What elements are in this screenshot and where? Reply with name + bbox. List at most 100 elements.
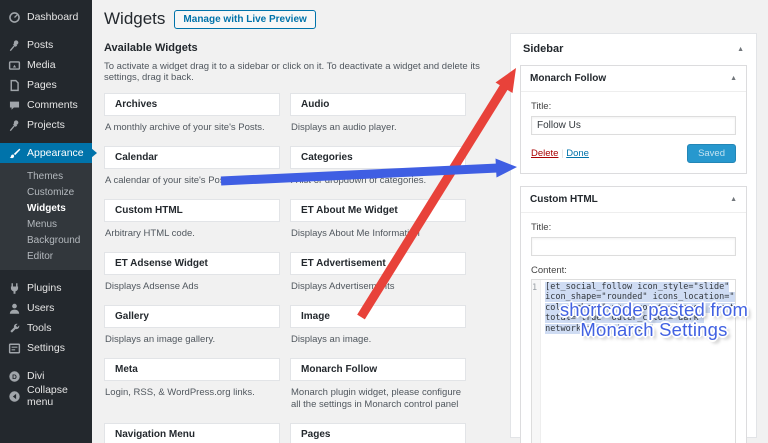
admin-menu-item[interactable]: D Divi	[0, 366, 92, 386]
available-widget: Image Displays an image.	[290, 305, 466, 354]
annotation-line1: shortcode pasted from	[543, 300, 765, 320]
available-widget: Monarch Follow Monarch plugin widget, pl…	[290, 358, 466, 419]
admin-menu-item[interactable]: Editor	[0, 248, 92, 270]
available-widgets-heading: Available Widgets	[104, 42, 508, 54]
appearance-icon	[8, 147, 21, 160]
admin-menu-item-label: Settings	[27, 342, 65, 354]
admin-menu-item-label: Menus	[27, 219, 57, 230]
admin-menu-item[interactable]: Projects	[0, 115, 92, 135]
admin-menu-item-label: Plugins	[27, 282, 61, 294]
users-icon	[8, 302, 21, 315]
sidebar-widget-area: Sidebar ▲ Monarch Follow ▲ Title: Delete…	[510, 33, 757, 438]
admin-menu-item[interactable]: Customize	[0, 184, 92, 200]
custom-html-header[interactable]: Custom HTML ▲	[521, 187, 746, 213]
available-widget-description: Displays an image.	[290, 328, 466, 354]
admin-menu-item[interactable]: Appearance	[0, 143, 92, 163]
custom-html-title: Custom HTML	[530, 194, 598, 205]
monarch-follow-header[interactable]: Monarch Follow ▲	[521, 66, 746, 92]
available-widget-title-bar[interactable]: Pages	[290, 423, 466, 443]
admin-menu-item[interactable]: Pages	[0, 75, 92, 95]
available-widget-description: Displays an image gallery.	[104, 328, 280, 354]
admin-menu-item-label: Dashboard	[27, 11, 78, 23]
available-widget-description: Arbitrary HTML code.	[104, 222, 280, 248]
admin-menu-item[interactable]: Themes	[0, 163, 92, 184]
tools-icon	[8, 322, 21, 335]
collapse-arrow-icon[interactable]: ▲	[730, 196, 737, 203]
admin-menu-item[interactable]: Media	[0, 55, 92, 75]
wp-admin-menu: Dashboard Posts Media Pages Comments Pro…	[0, 0, 92, 443]
admin-menu-item-label: Collapse menu	[27, 384, 84, 408]
code-line: [et_social_follow icon_style="slide"	[545, 282, 736, 292]
admin-menu-item-label: Background	[27, 235, 80, 246]
available-widget-title-bar[interactable]: Calendar	[104, 146, 280, 169]
admin-menu-item[interactable]: Settings	[0, 338, 92, 358]
custom-html-title-label: Title:	[531, 222, 736, 233]
admin-menu-item[interactable]: Posts	[0, 35, 92, 55]
available-widget-title-bar[interactable]: ET About Me Widget	[290, 199, 466, 222]
pushpin-icon	[8, 39, 21, 52]
admin-menu-item-label: Themes	[27, 171, 63, 182]
available-widgets-grid: Archives A monthly archive of your site'…	[104, 93, 508, 443]
available-widget-description: Displays About Me Information	[290, 222, 466, 248]
available-widget-title-bar[interactable]: Archives	[104, 93, 280, 116]
custom-html-title-input[interactable]	[531, 237, 736, 256]
sidebar-area-header[interactable]: Sidebar ▲	[511, 34, 756, 63]
admin-menu-item-label: Posts	[27, 39, 53, 51]
available-widget-description: A list or dropdown of categories.	[290, 169, 466, 195]
widgets-page: Widgets Manage with Live Preview Availab…	[92, 0, 508, 443]
plugins-icon	[8, 282, 21, 295]
available-widgets-description: To activate a widget drag it to a sideba…	[104, 61, 508, 83]
available-widget-title-bar[interactable]: Custom HTML	[104, 199, 280, 222]
admin-menu-item-label: Widgets	[27, 203, 66, 214]
admin-menu-item[interactable]: Dashboard	[0, 7, 92, 27]
monarch-title-label: Title:	[531, 101, 736, 112]
annotation-text: shortcode pasted from Monarch Settings	[543, 300, 765, 339]
available-widget: ET Adsense Widget Displays Adsense Ads	[104, 252, 280, 301]
available-widget: Navigation Menu Add a navigation menu to…	[104, 423, 280, 443]
available-widget-title-bar[interactable]: ET Advertisement	[290, 252, 466, 275]
manage-live-preview-button[interactable]: Manage with Live Preview	[174, 10, 315, 29]
admin-menu-item[interactable]: Comments	[0, 95, 92, 115]
page-title: Widgets	[104, 9, 165, 29]
available-widget-description: Displays Adsense Ads	[104, 275, 280, 301]
settings-icon	[8, 342, 21, 355]
widget-monarch-follow: Monarch Follow ▲ Title: Delete | Done Sa…	[520, 65, 747, 174]
media-icon	[8, 59, 21, 72]
admin-menu-item[interactable]: Tools	[0, 318, 92, 338]
admin-menu-item[interactable]: Collapse menu	[0, 386, 92, 406]
available-widget-title-bar[interactable]: Audio	[290, 93, 466, 116]
comments-icon	[8, 99, 21, 112]
monarch-title-input[interactable]	[531, 116, 736, 135]
available-widget-title-bar[interactable]: Meta	[104, 358, 280, 381]
dashboard-icon	[8, 11, 21, 24]
available-widget-description: Login, RSS, & WordPress.org links.	[104, 381, 280, 407]
available-widget-title-bar[interactable]: Image	[290, 305, 466, 328]
available-widget-description: Displays an audio player.	[290, 116, 466, 142]
available-widget: Gallery Displays an image gallery.	[104, 305, 280, 354]
available-widget-description: A monthly archive of your site's Posts.	[104, 116, 280, 142]
available-widget-title-bar[interactable]: Navigation Menu	[104, 423, 280, 443]
available-widget-title-bar[interactable]: Gallery	[104, 305, 280, 328]
available-widget-description: Displays Advertisements	[290, 275, 466, 301]
admin-menu-item[interactable]: Widgets	[0, 200, 92, 216]
available-widget-description: A calendar of your site's Posts.	[104, 169, 280, 195]
collapse-arrow-icon[interactable]: ▲	[730, 75, 737, 82]
admin-menu-item[interactable]: Users	[0, 298, 92, 318]
link-separator: |	[561, 148, 563, 159]
monarch-done-link[interactable]: Done	[566, 148, 589, 159]
monarch-saved-button[interactable]: Saved	[687, 144, 736, 163]
admin-menu-item-label: Users	[27, 302, 54, 314]
available-widget-title-bar[interactable]: Monarch Follow	[290, 358, 466, 381]
monarch-delete-link[interactable]: Delete	[531, 148, 558, 159]
admin-menu-item[interactable]: Background	[0, 232, 92, 248]
admin-menu-item[interactable]: Plugins	[0, 278, 92, 298]
available-widget-title-bar[interactable]: Categories	[290, 146, 466, 169]
available-widget-title-bar[interactable]: ET Adsense Widget	[104, 252, 280, 275]
collapse-arrow-icon[interactable]: ▲	[737, 46, 744, 53]
collapse-icon	[8, 390, 21, 403]
admin-menu-item-label: Appearance	[27, 147, 84, 159]
pages-icon	[8, 79, 21, 92]
admin-menu-item-label: Projects	[27, 119, 65, 131]
admin-menu-item[interactable]: Menus	[0, 216, 92, 232]
divi-icon: D	[8, 370, 21, 383]
